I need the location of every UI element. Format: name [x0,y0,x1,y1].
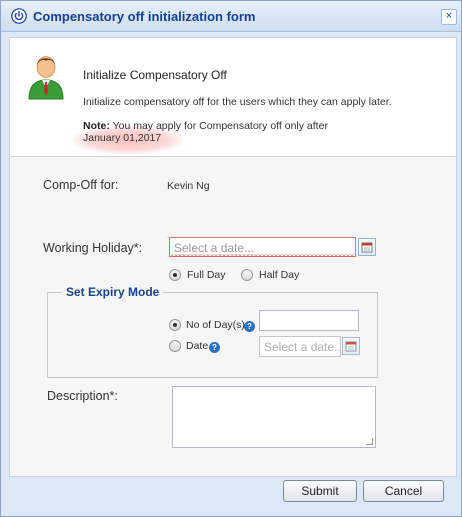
expiry-date-input[interactable]: Select a date... [259,336,341,357]
working-holiday-placeholder: Select a date... [174,241,255,255]
note-label: Note: [83,120,110,132]
validation-underline [170,254,355,257]
compoff-for-label: Comp-Off for: [43,178,119,192]
help-icon[interactable]: ? [244,321,255,332]
expiry-mode-legend: Set Expiry Mode [62,285,164,299]
note-text: You may apply for Compensatory off only … [109,120,328,132]
date-radio[interactable] [169,340,181,352]
power-icon [11,8,27,24]
resize-handle[interactable] [366,438,373,445]
calendar-icon[interactable] [358,238,376,256]
half-day-radio[interactable] [241,269,253,281]
info-header: Initialize Compensatory Off Initialize c… [10,38,456,157]
dialog-body: Initialize Compensatory Off Initialize c… [9,37,457,477]
dialog-titlebar[interactable]: Compensatory off initialization form × [1,1,461,32]
description-textarea[interactable] [172,386,376,448]
calendar-icon[interactable] [342,337,360,355]
no-of-days-label[interactable]: No of Day(s) [186,319,245,331]
no-of-days-input[interactable] [259,310,359,331]
close-icon[interactable]: × [441,9,457,25]
expiry-mode-fieldset [47,292,378,378]
date-label[interactable]: Date [186,340,208,352]
expiry-date-placeholder: Select a date... [264,340,341,354]
submit-button[interactable]: Submit [283,480,357,502]
full-day-radio[interactable] [169,269,181,281]
help-icon[interactable]: ? [209,342,220,353]
cancel-button[interactable]: Cancel [363,480,444,502]
header-note: Note: You may apply for Compensatory off… [83,120,328,144]
working-holiday-label: Working Holiday*: [43,241,143,255]
header-title: Initialize Compensatory Off [83,68,227,82]
compoff-dialog: Compensatory off initialization form × I… [0,0,462,517]
half-day-label[interactable]: Half Day [259,269,299,281]
note-date: January 01,2017 [83,132,162,144]
full-day-label[interactable]: Full Day [187,269,226,281]
compoff-for-value: Kevin Ng [167,180,210,192]
no-of-days-radio[interactable] [169,319,181,331]
header-description: Initialize compensatory off for the user… [83,96,392,108]
working-holiday-input[interactable]: Select a date... [169,237,356,257]
dialog-title: Compensatory off initialization form [33,9,256,24]
description-label: Description*: [47,389,118,403]
user-avatar-icon [26,52,66,100]
